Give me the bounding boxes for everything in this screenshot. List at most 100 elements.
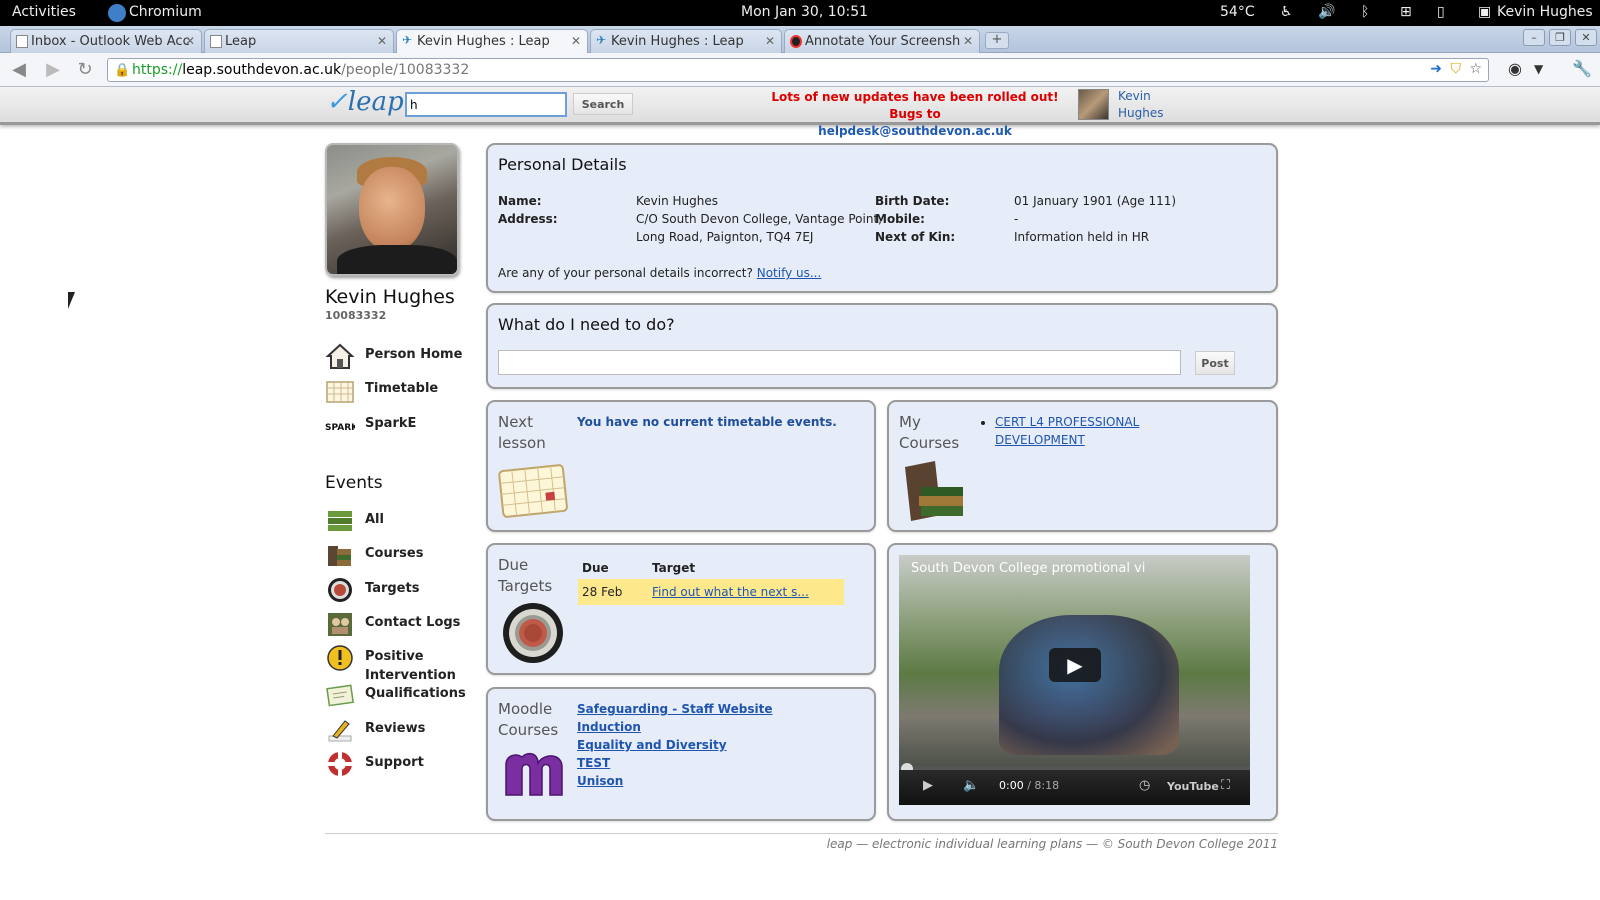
tab-title: Kevin Hughes : Leap bbox=[417, 34, 550, 49]
event-targets[interactable]: Targets bbox=[325, 576, 475, 606]
video-panel: South Devon College promotional vi ▶ ▶ 🔈… bbox=[887, 543, 1278, 821]
annotate-icon bbox=[790, 35, 802, 48]
shield-icon[interactable]: ⛉ bbox=[1450, 61, 1461, 77]
event-reviews[interactable]: Reviews bbox=[325, 716, 475, 746]
table-row[interactable]: 28 Feb Find out what the next s... bbox=[578, 579, 844, 605]
house-icon bbox=[325, 343, 355, 369]
event-all[interactable]: All bbox=[325, 507, 475, 537]
mobile-value: - bbox=[1014, 212, 1019, 226]
video-title[interactable]: South Devon College promotional vi bbox=[911, 561, 1145, 576]
new-tab-button[interactable]: + bbox=[985, 32, 1009, 49]
bookmark-star-icon[interactable]: ☆ bbox=[1469, 61, 1482, 77]
column-header-due: Due bbox=[582, 561, 609, 575]
youtube-player[interactable]: South Devon College promotional vi ▶ ▶ 🔈… bbox=[899, 555, 1250, 805]
bluetooth-icon[interactable]: ᛒ bbox=[1361, 4, 1369, 20]
calendar-icon bbox=[326, 381, 354, 403]
footer: leap — electronic individual learning pl… bbox=[826, 837, 1278, 851]
back-icon[interactable]: ◀ bbox=[8, 59, 30, 81]
nav-person-home[interactable]: Person Home bbox=[325, 342, 475, 372]
go-arrow-icon[interactable]: ➜ bbox=[1430, 61, 1442, 77]
moodle-link-unison[interactable]: Unison bbox=[577, 774, 623, 788]
search-button[interactable]: Search bbox=[573, 93, 633, 115]
notice-text: Lots of new updates have been rolled out… bbox=[771, 90, 1059, 121]
nav-label: Timetable bbox=[365, 381, 439, 396]
avatar[interactable] bbox=[1078, 89, 1109, 120]
target-link[interactable]: Find out what the next s... bbox=[652, 585, 809, 599]
event-label: All bbox=[365, 512, 384, 527]
event-courses[interactable]: Courses bbox=[325, 541, 475, 571]
post-button[interactable]: Post bbox=[1195, 351, 1235, 375]
url-path: /people/10083332 bbox=[341, 62, 470, 78]
user-last-name: Hughes bbox=[1118, 106, 1164, 120]
moodle-link-safeguarding[interactable]: Safeguarding - Staff Website bbox=[577, 702, 772, 716]
battery-icon[interactable]: ▯ bbox=[1437, 4, 1445, 20]
activities-button[interactable]: Activities bbox=[12, 4, 76, 20]
close-icon[interactable]: ✕ bbox=[765, 34, 775, 48]
event-qualifications[interactable]: Qualifications bbox=[325, 681, 475, 711]
name-label: Name: bbox=[498, 194, 542, 208]
chevron-down-icon[interactable]: ▼ bbox=[1534, 62, 1543, 76]
extension-icon[interactable]: ◉ bbox=[1508, 59, 1522, 78]
pencil-icon bbox=[328, 720, 352, 742]
moodle-link-induction[interactable]: Induction bbox=[577, 720, 641, 734]
column-header-target: Target bbox=[652, 561, 696, 575]
birth-date-value: 01 January 1901 (Age 111) bbox=[1014, 194, 1177, 208]
event-label: Positive Intervention bbox=[365, 649, 456, 683]
play-icon[interactable]: ▶ bbox=[923, 778, 933, 793]
leap-bird-icon: ✈ bbox=[402, 33, 413, 47]
event-label: Support bbox=[365, 755, 424, 770]
target-icon bbox=[328, 578, 352, 602]
moodle-link-test[interactable]: TEST bbox=[577, 756, 610, 770]
minimize-button[interactable]: – bbox=[1523, 29, 1545, 46]
close-window-button[interactable]: ✕ bbox=[1575, 29, 1597, 46]
contact-log-icon bbox=[328, 613, 352, 636]
personal-details-panel: Personal Details Name: Kevin Hughes Addr… bbox=[486, 143, 1278, 293]
event-support[interactable]: Support bbox=[325, 750, 475, 780]
close-icon[interactable]: ✕ bbox=[185, 34, 195, 48]
play-icon[interactable]: ▶ bbox=[1049, 648, 1101, 682]
tab-outlook[interactable]: Inbox - Outlook Web Acc ✕ bbox=[10, 29, 202, 53]
nav-sparke[interactable]: SPARKE SparkE bbox=[325, 411, 475, 441]
event-label: Targets bbox=[365, 581, 420, 596]
nav-timetable[interactable]: Timetable bbox=[325, 376, 475, 406]
clock[interactable]: Mon Jan 30, 10:51 bbox=[741, 4, 868, 20]
moodle-link-equality[interactable]: Equality and Diversity bbox=[577, 738, 727, 752]
accessibility-icon[interactable]: ♿ bbox=[1280, 4, 1293, 20]
course-link[interactable]: CERT L4 PROFESSIONAL DEVELOPMENT bbox=[995, 415, 1139, 447]
todo-input[interactable] bbox=[498, 350, 1181, 375]
user-menu[interactable]: Kevin Hughes bbox=[1497, 4, 1593, 20]
event-label: Qualifications bbox=[365, 686, 466, 701]
panel-title: Next lesson bbox=[498, 413, 546, 452]
reload-icon[interactable]: ↻ bbox=[74, 59, 96, 81]
wrench-icon[interactable]: 🔧 bbox=[1572, 59, 1592, 78]
tab-kevin-hughes[interactable]: ✈ Kevin Hughes : Leap ✕ bbox=[590, 29, 782, 53]
search-input[interactable] bbox=[405, 92, 567, 117]
user-link[interactable]: Kevin Hughes bbox=[1118, 88, 1178, 122]
maximize-button[interactable]: ❐ bbox=[1549, 29, 1571, 46]
fullscreen-icon[interactable]: ⛶ bbox=[1221, 778, 1230, 793]
volume-icon[interactable]: 🔊 bbox=[1318, 4, 1335, 20]
tab-leap[interactable]: Leap ✕ bbox=[204, 29, 394, 53]
helpdesk-email-link[interactable]: helpdesk@southdevon.ac.uk bbox=[770, 123, 1060, 140]
network-icon[interactable]: ⊞ bbox=[1400, 4, 1412, 20]
notify-us-link[interactable]: Notify us... bbox=[757, 266, 822, 280]
leap-logo[interactable]: ✓leap bbox=[326, 87, 404, 117]
video-time: 0:00 / 8:18 bbox=[999, 779, 1060, 792]
event-contact-logs[interactable]: Contact Logs bbox=[325, 610, 475, 640]
youtube-logo[interactable]: YouTube bbox=[1167, 780, 1219, 793]
app-menu[interactable]: Chromium bbox=[129, 4, 202, 20]
tab-kevin-hughes-active[interactable]: ✈ Kevin Hughes : Leap ✕ bbox=[396, 29, 588, 54]
leap-bird-icon: ✓ bbox=[326, 87, 348, 117]
forward-icon[interactable]: ▶ bbox=[42, 59, 64, 81]
volume-icon[interactable]: 🔈 bbox=[963, 778, 979, 793]
close-icon[interactable]: ✕ bbox=[377, 34, 387, 48]
page-icon bbox=[16, 35, 28, 48]
watch-later-icon[interactable]: ◷ bbox=[1139, 778, 1150, 793]
close-icon[interactable]: ✕ bbox=[963, 34, 973, 48]
chromium-icon bbox=[108, 4, 126, 22]
close-icon[interactable]: ✕ bbox=[571, 34, 581, 48]
list-item: CERT L4 PROFESSIONALDEVELOPMENT bbox=[995, 413, 1139, 449]
address-bar[interactable]: 🔒 https://leap.southdevon.ac.uk/people/1… bbox=[107, 58, 1489, 82]
event-positive-intervention[interactable]: Positive Intervention bbox=[325, 644, 475, 684]
tab-annotate[interactable]: Annotate Your Screensho ✕ bbox=[784, 29, 980, 53]
